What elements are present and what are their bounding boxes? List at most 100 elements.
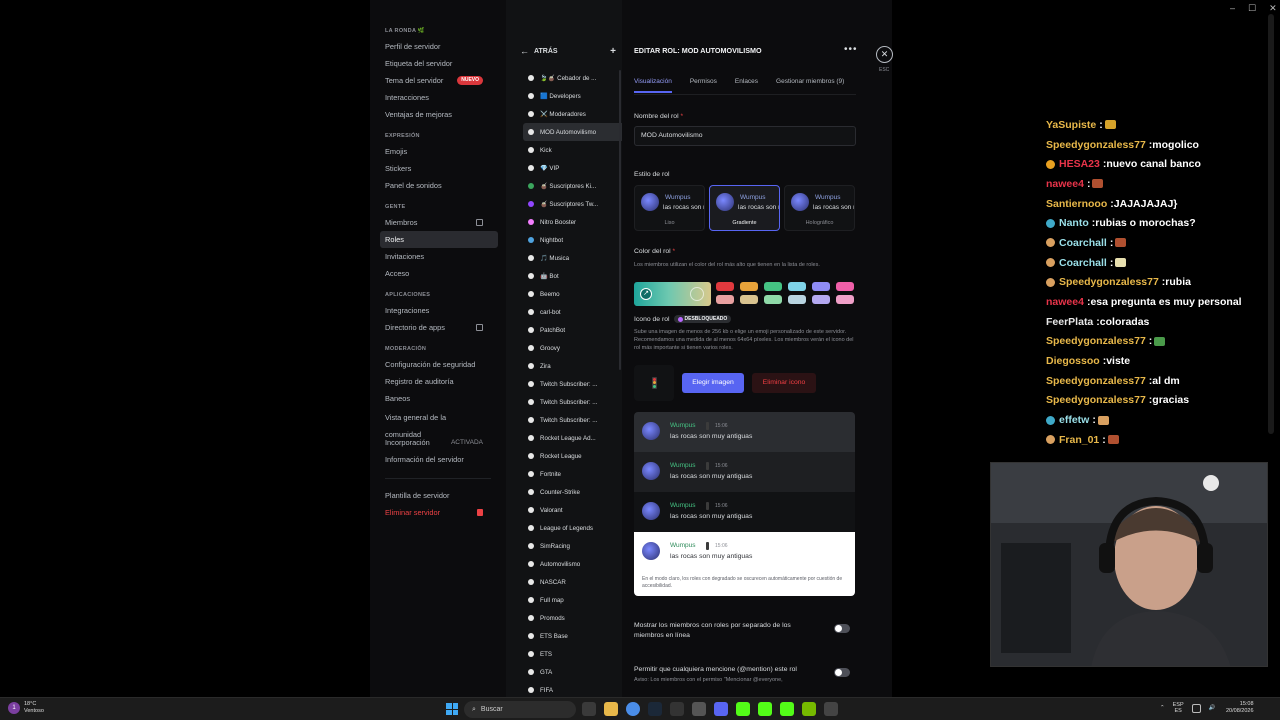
color-swatch[interactable] [740,282,758,291]
sidebar-item[interactable]: Plantilla de servidor [370,487,498,504]
color-swatch[interactable] [788,295,806,304]
color-picker-gradient[interactable]: ↗ [634,282,711,306]
role-item[interactable]: Twitch Subscriber: ... [523,393,627,411]
app-icon[interactable] [824,702,838,716]
role-item[interactable]: MOD Automovilismo [523,123,627,141]
role-item[interactable]: 🎵 Musica [523,249,627,267]
kick-icon[interactable] [736,702,750,716]
volume-icon[interactable]: 🔊 [1209,705,1216,711]
discord-icon[interactable] [714,702,728,716]
role-item[interactable]: Counter-Strike [523,483,627,501]
app-icon[interactable] [692,702,706,716]
close-window-icon[interactable]: ✕ [1269,3,1277,14]
color-swatch[interactable] [764,282,782,291]
role-item[interactable]: 🟦 Developers [523,87,627,105]
tab[interactable]: Visualización [634,78,672,93]
sidebar-item[interactable]: Configuración de seguridad [370,356,498,373]
role-item[interactable]: Automovilismo [523,555,627,573]
role-item[interactable]: PatchBot [523,321,627,339]
chrome-icon[interactable] [626,702,640,716]
tab[interactable]: Gestionar miembros (9) [776,78,844,93]
role-item[interactable]: carl-bot [523,303,627,321]
sidebar-item[interactable]: Interacciones [370,89,498,106]
sidebar-item[interactable]: Información del servidor [370,451,498,468]
kick-icon[interactable] [758,702,772,716]
role-item[interactable]: ⚔️ Moderadores [523,105,627,123]
maximize-icon[interactable]: ☐ [1248,3,1256,14]
more-options-button[interactable]: ••• [844,44,858,55]
sidebar-item[interactable]: Eliminar servidor [370,504,498,521]
role-item[interactable]: GTA [523,663,627,681]
taskbar-search[interactable]: ⌕ Buscar [464,701,576,718]
role-item[interactable]: Fortnite [523,465,627,483]
chevron-up-icon[interactable]: ⌃ [1160,705,1165,711]
color-swatch[interactable] [812,282,830,291]
role-style-card[interactable]: Wumpus las rocas son m Holográfico [784,185,855,231]
sidebar-item[interactable]: Invitaciones [370,248,498,265]
sidebar-item[interactable]: Ventajas de mejoras [370,106,498,123]
color-swatch[interactable] [764,295,782,304]
role-item[interactable]: Twitch Subscriber: ... [523,411,627,429]
role-item[interactable]: SimRacing [523,537,627,555]
sidebar-item[interactable]: Vista general de la comunidad [370,413,498,439]
add-role-button[interactable]: + [610,46,616,57]
color-swatch[interactable] [740,295,758,304]
role-name-input[interactable]: MOD Automovilismo [634,126,856,146]
role-item[interactable]: Zira [523,357,627,375]
choose-image-button[interactable]: Elegir imagen [682,373,744,393]
sidebar-item[interactable]: Integraciones [370,302,498,319]
nvidia-icon[interactable] [802,702,816,716]
sidebar-item[interactable]: Panel de sonidos [370,177,498,194]
app-icon[interactable] [670,702,684,716]
sidebar-item[interactable]: Registro de auditoría [370,373,498,390]
sidebar-item[interactable]: Emojis [370,143,498,160]
sidebar-item[interactable]: Miembros [370,214,498,231]
role-item[interactable]: 🧉 Suscriptores Tw... [523,195,627,213]
color-swatch[interactable] [716,295,734,304]
file-explorer-icon[interactable] [604,702,618,716]
sidebar-item[interactable]: Directorio de apps [370,319,498,336]
color-swatch[interactable] [836,282,854,291]
color-swatch[interactable] [716,282,734,291]
back-button[interactable]: ← ATRÁS [520,46,558,56]
page-scrollbar[interactable] [1268,14,1274,434]
role-item[interactable]: Promods [523,609,627,627]
eyedropper-icon[interactable]: ↗ [640,288,652,300]
minimize-icon[interactable]: – [1230,3,1235,14]
role-item[interactable]: NASCAR [523,573,627,591]
role-item[interactable]: 💎 VIP [523,159,627,177]
sidebar-item[interactable]: Stickers [370,160,498,177]
clock[interactable]: 15:08 20/08/2026 [1226,701,1254,715]
role-item[interactable]: Twitch Subscriber: ... [523,375,627,393]
sidebar-item[interactable]: Etiqueta del servidor [370,55,498,72]
task-view-icon[interactable] [582,702,596,716]
remove-icon-button[interactable]: Eliminar icono [752,373,816,393]
role-item[interactable]: Groovy [523,339,627,357]
role-item[interactable]: 🤖 Bot [523,267,627,285]
color-swatch[interactable] [836,295,854,304]
role-item[interactable]: Nitro Booster [523,213,627,231]
kick-icon[interactable] [780,702,794,716]
color-swatch[interactable] [788,282,806,291]
role-item[interactable]: ETS Base [523,627,627,645]
role-style-card[interactable]: Wumpus las rocas son m Liso [634,185,705,231]
sidebar-item[interactable]: Roles [380,231,498,248]
sidebar-item[interactable]: Tema del servidor NUEVO [370,72,498,89]
role-item[interactable]: Valorant [523,501,627,519]
role-item[interactable]: Nightbot [523,231,627,249]
steam-icon[interactable] [648,702,662,716]
sidebar-item[interactable]: Perfil de servidor [370,38,498,55]
role-item[interactable]: 🧉 Suscriptores Ki... [523,177,627,195]
roles-scrollbar[interactable] [619,70,621,370]
role-item[interactable]: Full map [523,591,627,609]
separate-members-toggle[interactable] [834,624,850,633]
close-icon[interactable]: ✕ [876,46,893,63]
tab[interactable]: Permisos [690,78,717,93]
color-swatch[interactable] [812,295,830,304]
network-icon[interactable] [1191,703,1201,713]
role-style-card[interactable]: Wumpus las rocas son m Gradiente [709,185,780,231]
role-item[interactable]: Beemo [523,285,627,303]
role-item[interactable]: 🍃🧉 Cebador de ... [523,69,627,87]
start-icon[interactable] [446,703,458,715]
tab[interactable]: Enlaces [735,78,758,93]
